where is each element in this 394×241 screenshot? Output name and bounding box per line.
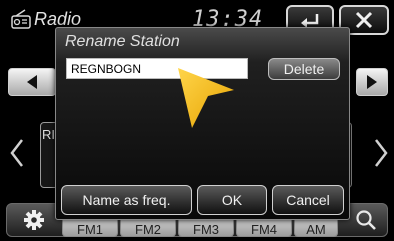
radio-icon (11, 9, 31, 29)
dialog-title: Rename Station (65, 33, 180, 50)
triangle-right-icon (367, 75, 377, 89)
chevron-left-icon[interactable] (4, 128, 30, 178)
close-icon (355, 11, 373, 29)
triangle-left-icon (27, 75, 37, 89)
search-button[interactable] (344, 205, 388, 235)
ok-button[interactable]: OK (197, 185, 267, 215)
cancel-button[interactable]: Cancel (272, 185, 344, 215)
chevron-right-icon[interactable] (368, 128, 394, 178)
name-as-freq-button[interactable]: Name as freq. (61, 185, 192, 215)
pointer-cursor-icon (178, 68, 234, 128)
gear-icon (24, 210, 44, 230)
settings-button[interactable] (12, 205, 56, 235)
search-icon (356, 210, 376, 230)
delete-button[interactable]: Delete (268, 58, 340, 80)
seek-next-button[interactable] (356, 68, 388, 96)
seek-prev-button[interactable] (8, 68, 56, 96)
